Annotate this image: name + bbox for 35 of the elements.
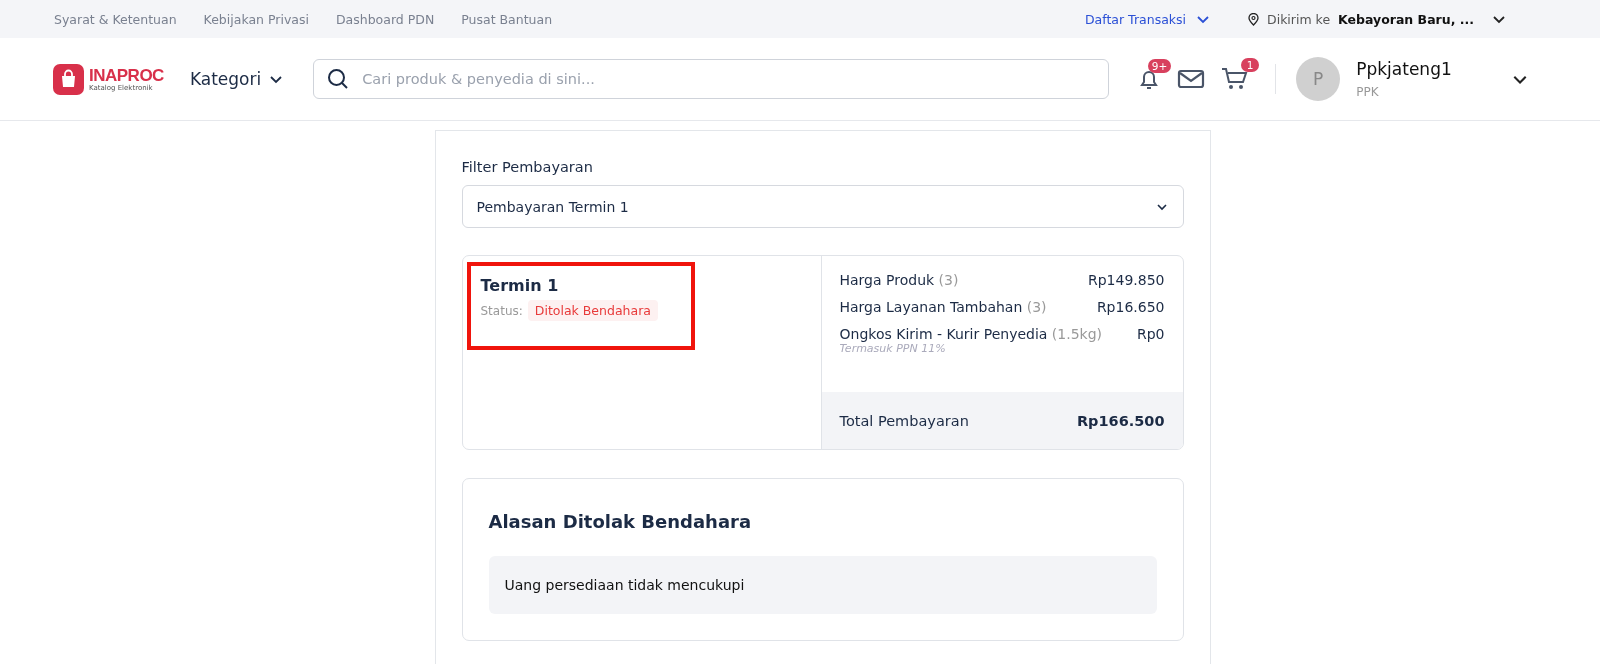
price-value: Rp0 bbox=[1136, 326, 1165, 344]
user-avatar[interactable]: P bbox=[1296, 57, 1341, 101]
price-value: Rp16.650 bbox=[1096, 299, 1165, 315]
payment-filter-dropdown[interactable]: Pembayaran Termin 1 bbox=[461, 185, 1184, 228]
price-label: Harga Layanan Tambahan (3) bbox=[839, 299, 1047, 315]
logo-name: INAPROC bbox=[89, 66, 164, 84]
mail-icon[interactable] bbox=[1177, 67, 1206, 91]
location-pin-icon bbox=[1248, 12, 1260, 26]
shopping-bag-logo-icon bbox=[53, 63, 84, 95]
user-name: Ppkjateng1 bbox=[1356, 59, 1453, 79]
total-label: Total Pembayaran bbox=[839, 412, 969, 429]
ship-to-label: Dikirim ke bbox=[1267, 11, 1331, 27]
termin-title: Termin 1 bbox=[480, 276, 560, 295]
footer-link[interactable]: Dashboard PDN bbox=[335, 11, 435, 27]
price-label: Ongkos Kirim - Kurir Penyedia (1.5kg) bbox=[839, 326, 1103, 342]
footer-link[interactable]: Pusat Bantuan bbox=[461, 11, 553, 27]
footer-link[interactable]: Kebijakan Privasi bbox=[203, 11, 309, 27]
reason-text: Uang persediaan tidak mencukupi bbox=[488, 556, 1157, 614]
reason-title: Alasan Ditolak Bendahara bbox=[488, 511, 753, 532]
status-badge: Ditolak Bendahara bbox=[527, 300, 658, 321]
total-value: Rp166.500 bbox=[1076, 412, 1165, 429]
price-value: Rp149.850 bbox=[1088, 272, 1165, 288]
footer-link[interactable]: Syarat & Ketentuan bbox=[54, 11, 177, 27]
cart-icon[interactable] bbox=[1221, 66, 1250, 92]
filter-label: Filter Pembayaran bbox=[461, 159, 594, 175]
search-field[interactable]: Cari produk & penyedia di sini... bbox=[313, 59, 1110, 99]
category-menu[interactable]: Kategori bbox=[189, 69, 284, 89]
cart-badge: 1 bbox=[1241, 58, 1260, 72]
transactions-link[interactable]: Daftar Transaksi bbox=[1084, 11, 1211, 27]
status-label: Status: bbox=[480, 303, 523, 318]
ship-location[interactable]: Kebayoran Baru, ... bbox=[1338, 11, 1474, 27]
price-label: Harga Produk (3) bbox=[839, 272, 959, 288]
tax-note: Termasuk PPN 11% bbox=[839, 342, 947, 355]
notification-badge: 9+ bbox=[1147, 59, 1172, 73]
user-role: PPK bbox=[1356, 85, 1380, 99]
